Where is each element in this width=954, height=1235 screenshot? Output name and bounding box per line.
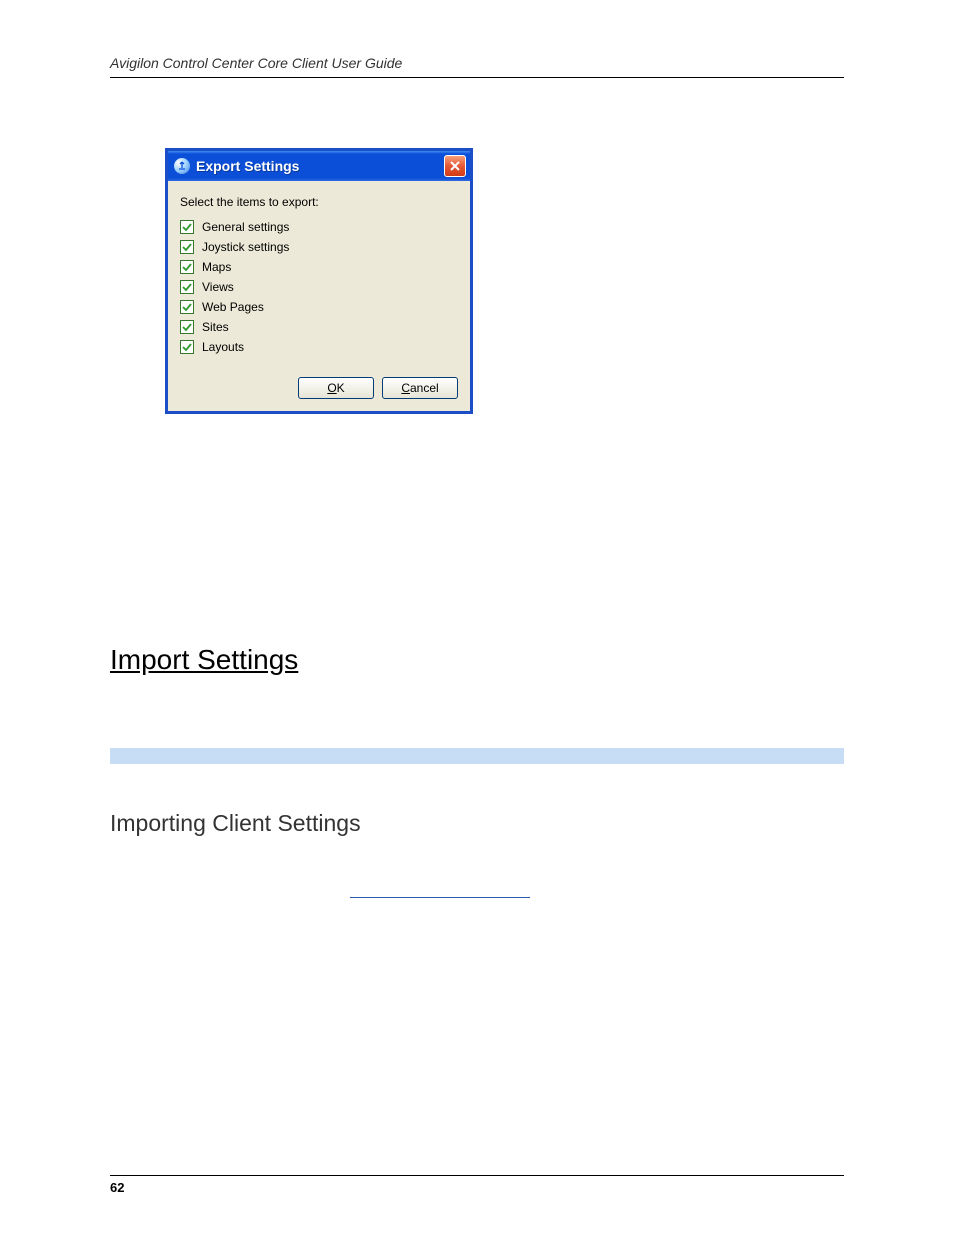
checkbox-row-sites[interactable]: Sites <box>180 317 458 337</box>
checkbox-label: Web Pages <box>202 300 264 314</box>
dialog-body: Select the items to export: General sett… <box>168 181 470 367</box>
export-settings-dialog: Export Settings Select the items to expo… <box>165 148 473 414</box>
checkbox-label: Joystick settings <box>202 240 289 254</box>
checkbox-icon <box>180 320 194 334</box>
checkbox-row-maps[interactable]: Maps <box>180 257 458 277</box>
checkbox-label: Sites <box>202 320 229 334</box>
cancel-button[interactable]: Cancel <box>382 377 458 399</box>
dialog-title: Export Settings <box>196 158 438 174</box>
instruction-text: Select the items to export: <box>180 195 458 209</box>
checkbox-icon <box>180 220 194 234</box>
checkbox-icon <box>180 340 194 354</box>
checkbox-icon <box>180 260 194 274</box>
link-underline <box>350 897 530 898</box>
checkbox-row-webpages[interactable]: Web Pages <box>180 297 458 317</box>
checkbox-label: General settings <box>202 220 289 234</box>
section-heading-import-settings: Import Settings <box>110 644 844 676</box>
section-heading-importing-client-settings: Importing Client Settings <box>110 810 844 837</box>
header-rule <box>110 77 844 78</box>
checkbox-icon <box>180 300 194 314</box>
checkbox-icon <box>180 280 194 294</box>
page-number: 62 <box>110 1180 844 1195</box>
checkbox-icon <box>180 240 194 254</box>
blue-divider-bar <box>110 748 844 764</box>
page-footer: 62 <box>110 1175 844 1195</box>
checkbox-label: Maps <box>202 260 231 274</box>
checkbox-row-views[interactable]: Views <box>180 277 458 297</box>
checkbox-label: Views <box>202 280 234 294</box>
checkbox-row-joystick[interactable]: Joystick settings <box>180 237 458 257</box>
checkbox-label: Layouts <box>202 340 244 354</box>
titlebar: Export Settings <box>168 151 470 181</box>
close-button[interactable] <box>444 155 466 177</box>
checkbox-row-layouts[interactable]: Layouts <box>180 337 458 357</box>
checkbox-row-general[interactable]: General settings <box>180 217 458 237</box>
dialog-button-row: OK Cancel <box>168 367 470 411</box>
close-icon <box>449 160 461 172</box>
footer-rule <box>110 1175 844 1176</box>
dialog-container: Export Settings Select the items to expo… <box>165 148 844 414</box>
ok-button[interactable]: OK <box>298 377 374 399</box>
export-icon <box>174 158 190 174</box>
page-header: Avigilon Control Center Core Client User… <box>110 55 844 77</box>
